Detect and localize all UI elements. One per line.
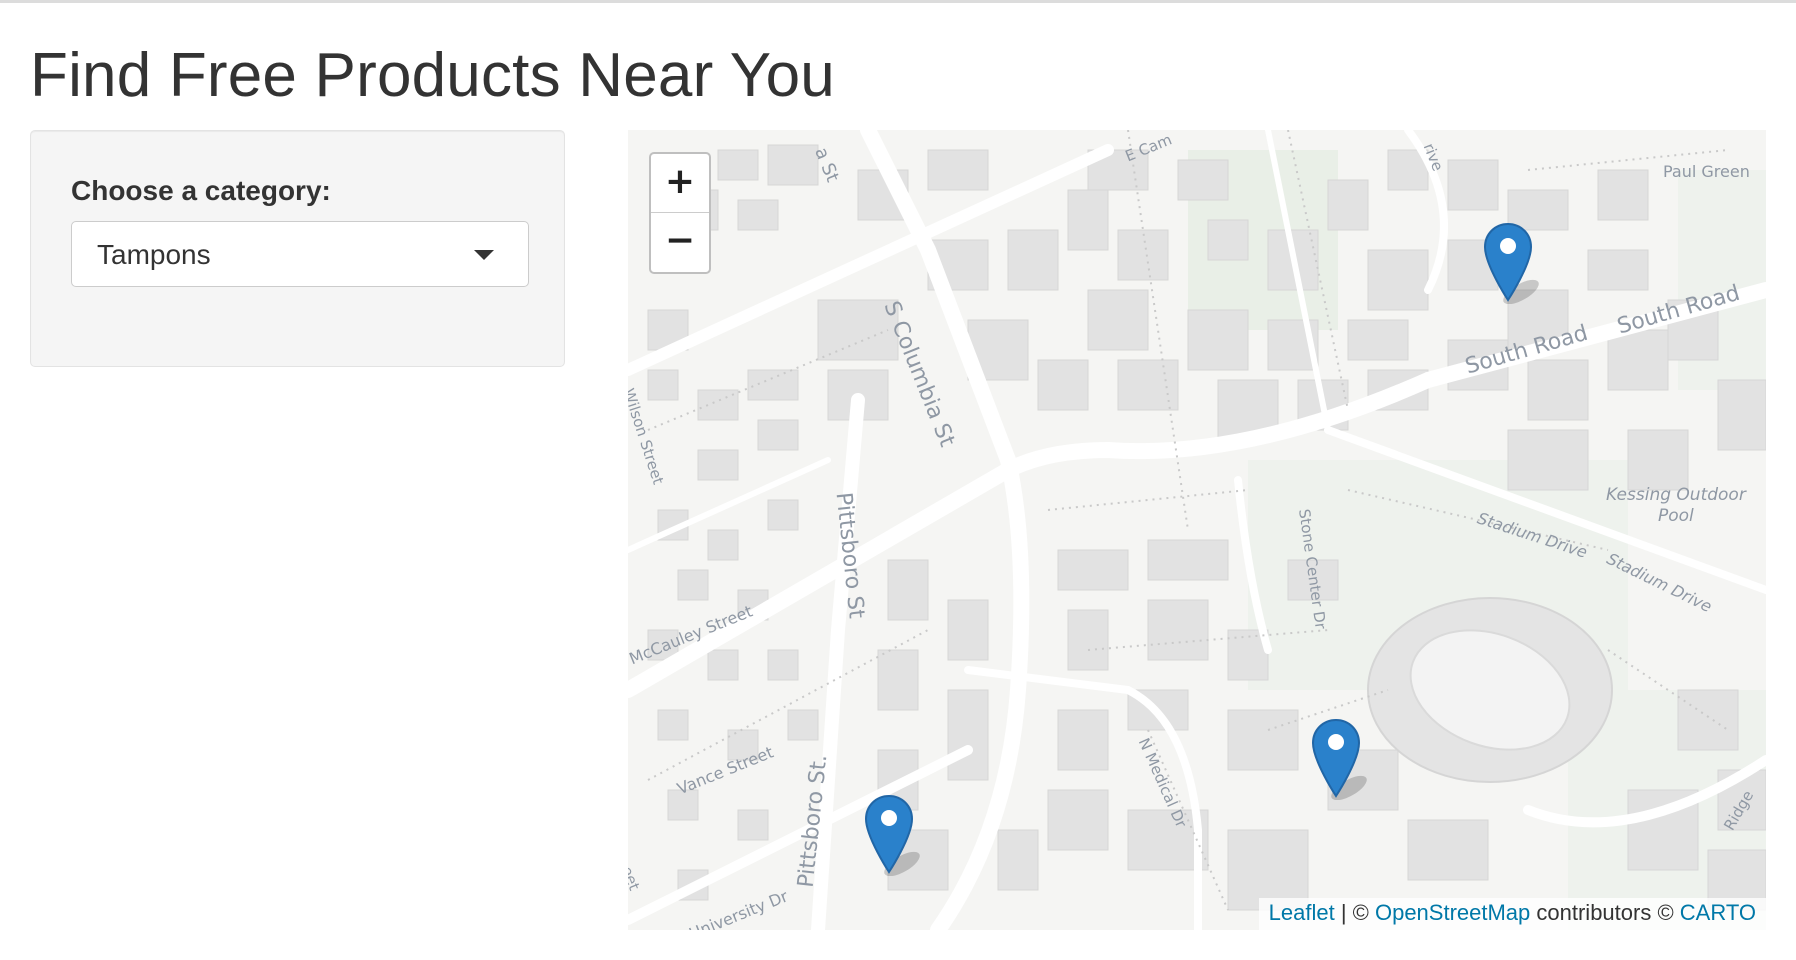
category-label: Choose a category:: [71, 175, 331, 206]
location-marker-icon[interactable]: [1311, 718, 1367, 801]
attribution-contributors: contributors ©: [1530, 900, 1680, 925]
attribution-separator: | ©: [1334, 900, 1375, 925]
location-marker-icon[interactable]: [1483, 222, 1539, 305]
category-select[interactable]: Tampons: [71, 221, 529, 287]
carto-link[interactable]: CARTO: [1680, 900, 1756, 925]
category-selected-value: Tampons: [97, 239, 211, 270]
zoom-control: + −: [649, 152, 711, 274]
openstreetmap-link[interactable]: OpenStreetMap: [1375, 900, 1530, 925]
page-title: Find Free Products Near You: [30, 41, 835, 110]
top-border: [0, 0, 1796, 3]
leaflet-link[interactable]: Leaflet: [1269, 900, 1335, 925]
place-label: Paul Green: [1663, 162, 1750, 181]
place-label: Kessing Outdoor: [1606, 485, 1746, 505]
map-tiles: [628, 130, 1766, 930]
zoom-out-button[interactable]: −: [651, 213, 709, 271]
sidebar-panel: Choose a category: Tampons: [30, 130, 565, 367]
location-marker-icon[interactable]: [864, 794, 920, 877]
chevron-down-icon: [474, 250, 494, 260]
zoom-in-button[interactable]: +: [651, 154, 709, 213]
place-label: Pool: [1658, 506, 1694, 526]
map-attribution: Leaflet | © OpenStreetMap contributors ©…: [1258, 898, 1766, 930]
map[interactable]: S Columbia St Pittsboro St Pittsboro St.…: [628, 130, 1766, 930]
